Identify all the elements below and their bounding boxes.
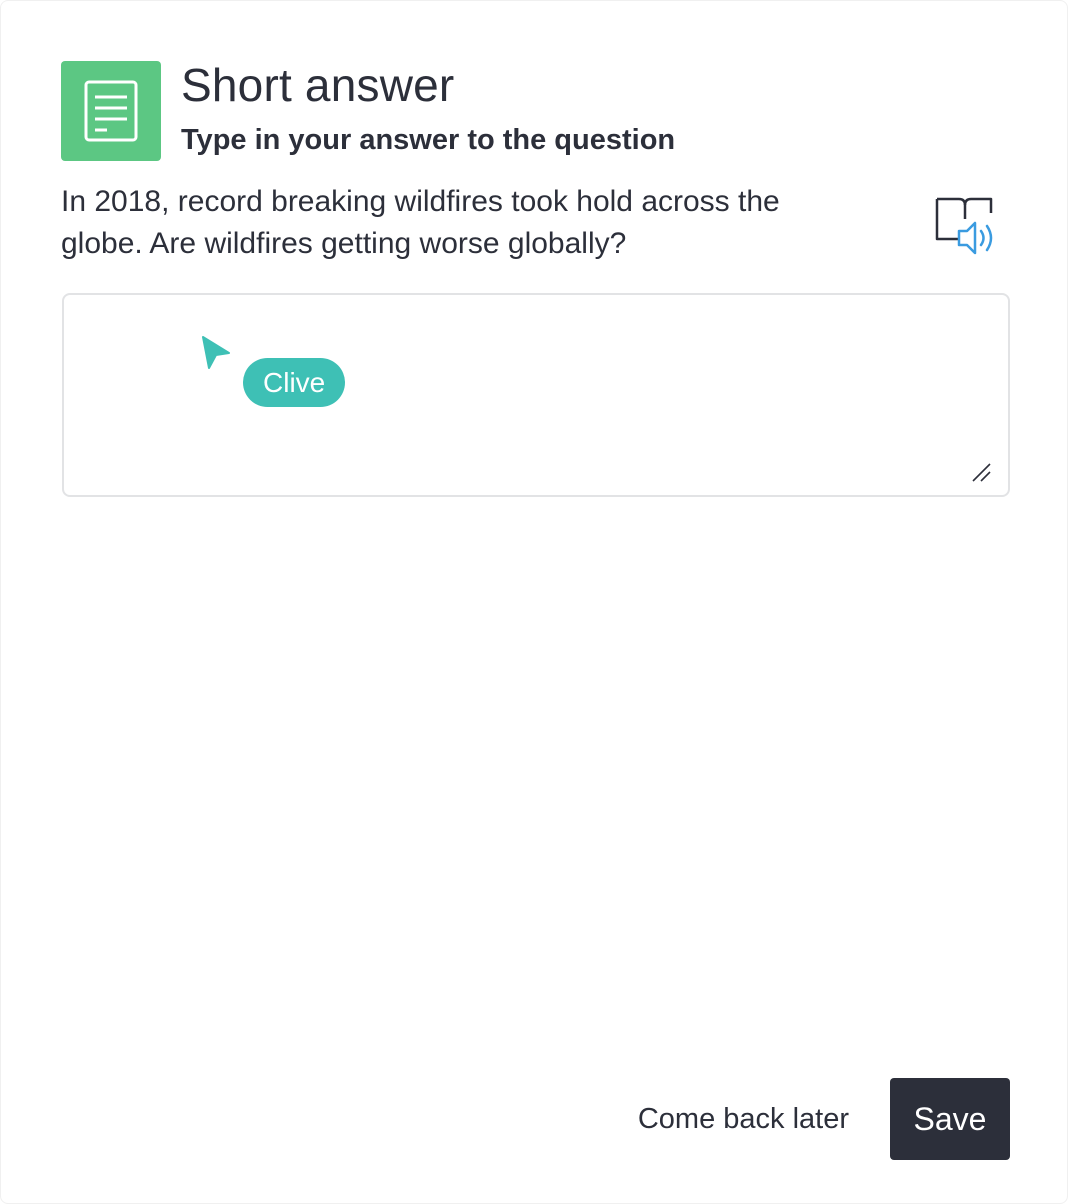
short-answer-card: Short answer Type in your answer to the … <box>0 0 1068 1204</box>
collaborator-cursor-icon <box>202 336 230 369</box>
question-text: In 2018, record breaking wildfires took … <box>61 185 780 260</box>
page-subtitle: Type in your answer to the question <box>181 124 676 156</box>
resize-handle-icon[interactable] <box>970 461 992 483</box>
question-header: Short answer Type in your answer to the … <box>61 61 675 161</box>
read-aloud-button[interactable] <box>931 191 1001 261</box>
collaborator-name-tag: Clive <box>243 358 346 407</box>
page-title: Short answer <box>181 59 455 111</box>
come-back-later-button[interactable]: Come back later <box>638 1078 849 1160</box>
answer-box <box>62 293 1010 497</box>
answer-input[interactable] <box>64 295 1008 495</box>
document-icon <box>61 61 161 161</box>
save-button[interactable]: Save <box>890 1078 1010 1160</box>
header-text: Short answer Type in your answer to the … <box>181 61 675 157</box>
read-aloud-icon <box>935 197 993 255</box>
